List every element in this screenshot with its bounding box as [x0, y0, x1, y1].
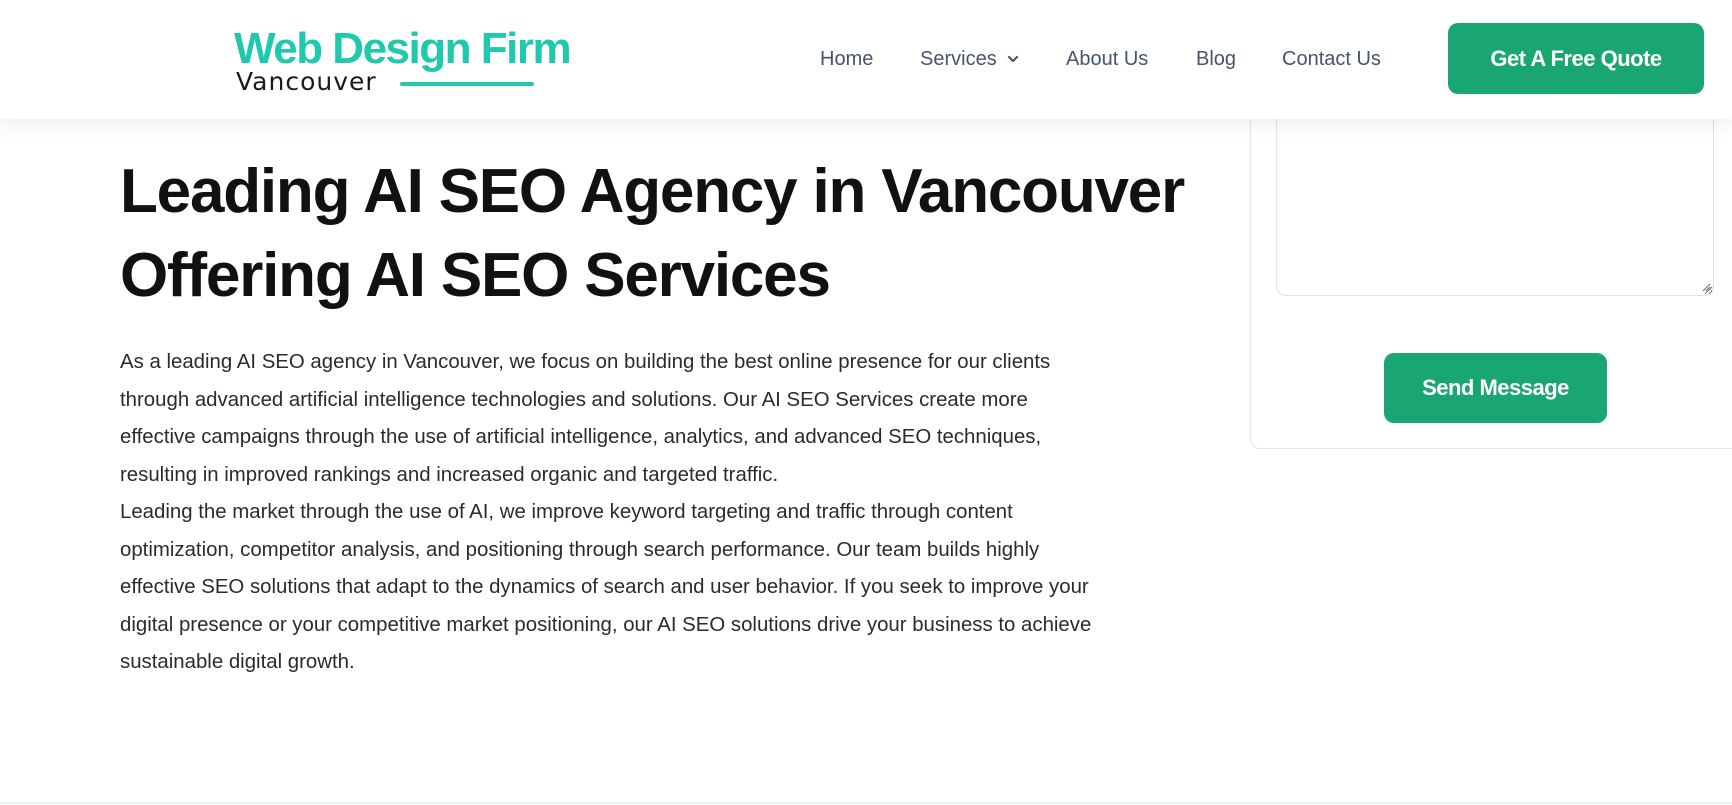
- paragraph-line: optimization, competitor analysis, and p…: [120, 538, 1040, 561]
- get-free-quote-button[interactable]: Get A Free Quote: [1448, 23, 1704, 94]
- intro-paragraph: As a leading AI SEO agency in Vancouver,…: [120, 344, 1190, 494]
- nav-item-label: About Us: [1066, 47, 1149, 70]
- paragraph-line: digital presence or your competitive mar…: [120, 613, 1092, 636]
- chevron-down-icon: [1007, 55, 1018, 63]
- section-divider: [0, 802, 1732, 804]
- logo-underline: [400, 82, 534, 86]
- site-header: Web Design Firm Vancouver Home Services …: [0, 0, 1732, 119]
- paragraph-line: Leading the market through the use of AI…: [120, 501, 1013, 523]
- paragraph-line: resulting in improved rankings and incre…: [120, 463, 779, 486]
- nav-item-about-us[interactable]: About Us: [1066, 44, 1148, 74]
- nav-item-label: Blog: [1196, 47, 1237, 70]
- site-logo[interactable]: Web Design Firm Vancouver: [234, 26, 572, 96]
- nav-item-label: Contact Us: [1282, 47, 1381, 70]
- paragraph-line: sustainable digital growth.: [120, 651, 355, 673]
- resize-handle-icon[interactable]: [1701, 282, 1711, 292]
- send-message-button[interactable]: Send Message: [1384, 353, 1607, 423]
- page-title-line: Offering AI SEO Services: [120, 241, 831, 310]
- paragraph-line: effective SEO solutions that adapt to th…: [120, 576, 1089, 598]
- logo-line2: Vancouver: [236, 67, 377, 96]
- nav-item-label: Home: [820, 47, 874, 70]
- paragraph-line: effective campaigns through the use of a…: [120, 426, 1042, 448]
- page: Send Message Web Design Firm Vancouver H…: [0, 0, 1732, 805]
- nav-item-home[interactable]: Home: [820, 44, 873, 74]
- nav-item-blog[interactable]: Blog: [1196, 44, 1236, 74]
- nav-item-label: Services: [920, 47, 997, 70]
- nav-item-services[interactable]: Services: [920, 44, 1019, 74]
- paragraph-line: through advanced artificial intelligence…: [120, 388, 1028, 411]
- nav-item-contact-us[interactable]: Contact Us: [1282, 44, 1381, 74]
- details-paragraph: Leading the market through the use of AI…: [120, 494, 1190, 682]
- logo-line1: Web Design Firm: [234, 24, 572, 73]
- paragraph-line: As a leading AI SEO agency in Vancouver,…: [120, 351, 1051, 373]
- page-title: Leading AI SEO Agency in Vancouver Offer…: [120, 150, 1200, 318]
- page-title-line: Leading AI SEO Agency in Vancouver: [120, 157, 1185, 226]
